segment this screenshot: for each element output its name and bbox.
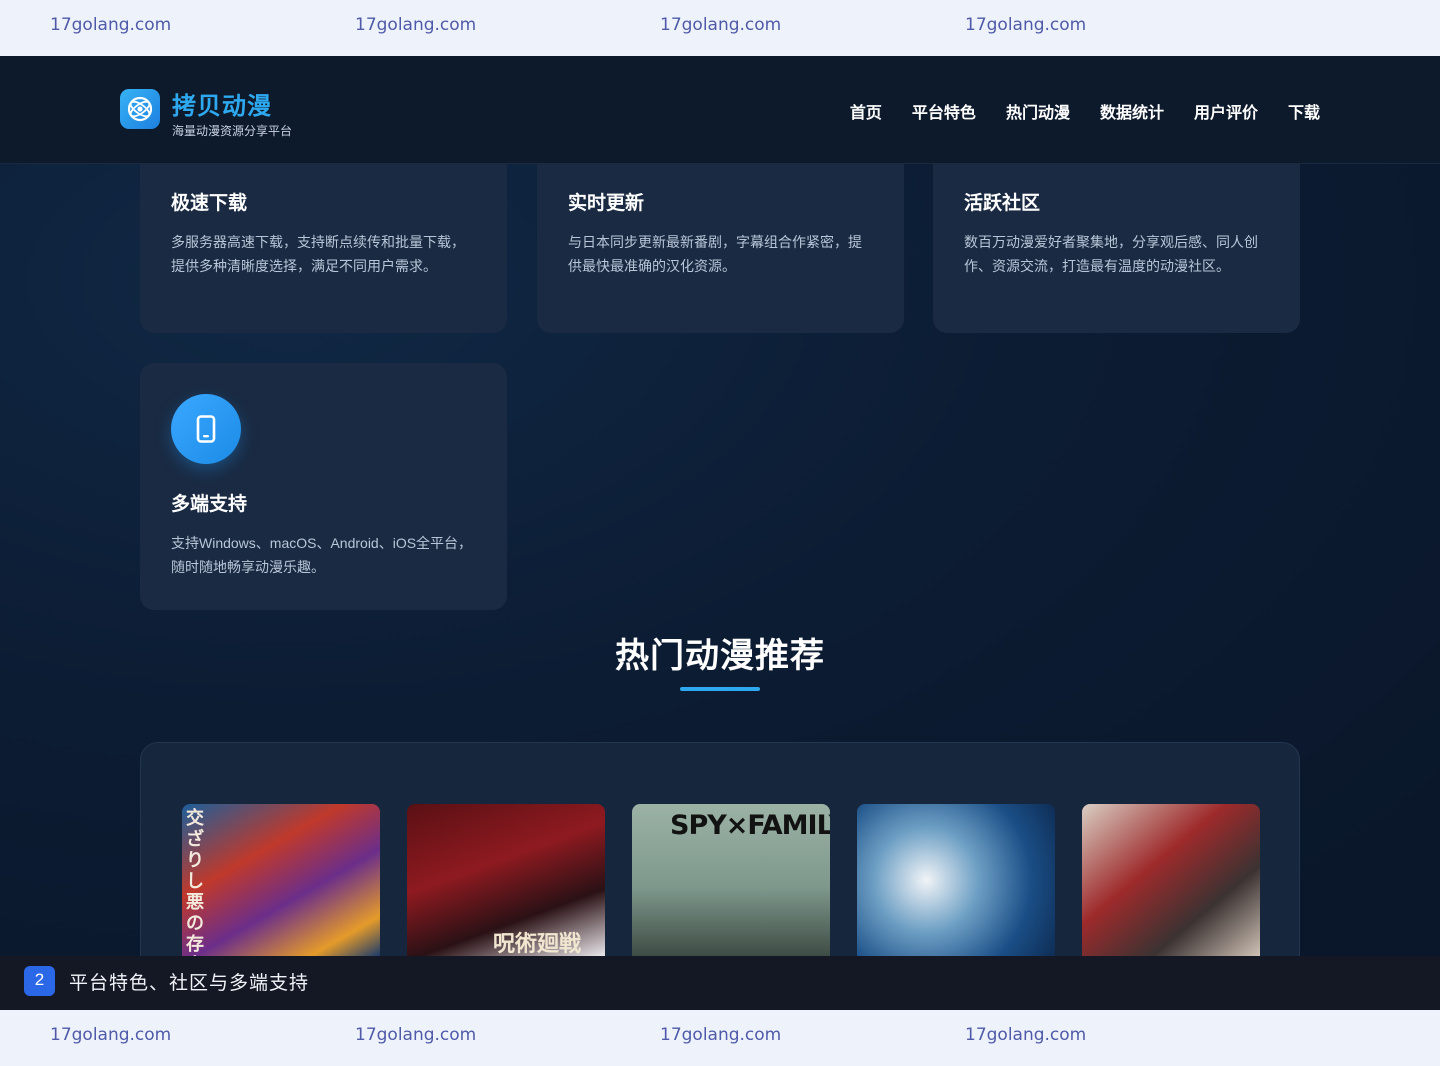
- brand-name[interactable]: 拷贝动漫: [172, 86, 272, 121]
- brand-tagline: 海量动漫资源分享平台: [172, 124, 293, 138]
- feature-description: 数百万动漫爱好者聚集地，分享观后感、同人创作、资源交流，打造最有温度的动漫社区。: [964, 234, 1258, 274]
- anime-carousel: 交ざりし悪の存意 呪術廻戦 SPY×FAMILY: [140, 742, 1300, 956]
- watermark-text: 17golang.com: [660, 15, 782, 35]
- feature-title: 活跃社区: [964, 193, 1041, 214]
- feature-card: 多端支持 支持Windows、macOS、Android、iOS全平台，随时随地…: [140, 363, 507, 610]
- nav-features[interactable]: 平台特色: [912, 99, 976, 123]
- anime-poster[interactable]: SPY×FAMILY: [632, 804, 830, 956]
- watermark-strip-bottom: 17golang.com 17golang.com 17golang.com 1…: [0, 1010, 1440, 1066]
- poster-title: 交ざりし悪の存意: [186, 808, 204, 956]
- watermark-text: 17golang.com: [660, 1025, 782, 1045]
- poster-title: 呪術廻戦: [493, 931, 582, 956]
- nav-download[interactable]: 下载: [1288, 99, 1320, 123]
- mobile-icon: [171, 394, 241, 464]
- nav-hot-anime[interactable]: 热门动漫: [1006, 99, 1070, 123]
- feature-title: 多端支持: [171, 494, 248, 515]
- section-underline: [680, 687, 760, 691]
- watermark-text: 17golang.com: [965, 1025, 1087, 1045]
- slide-number-badge: 2: [24, 966, 55, 996]
- page-main: 拷贝动漫 海量动漫资源分享平台 首页 平台特色 热门动漫 数据统计 用户评价 下…: [0, 56, 1440, 956]
- section-title: 热门动漫推荐: [615, 637, 825, 675]
- feature-description: 与日本同步更新最新番剧，字幕组合作紧密，提供最快最准确的汉化资源。: [568, 234, 862, 274]
- feature-description: 多服务器高速下载，支持断点续传和批量下载，提供多种清晰度选择，满足不同用户需求。: [171, 234, 465, 274]
- watermark-strip-top: 17golang.com 17golang.com 17golang.com 1…: [0, 0, 1440, 56]
- watermark-text: 17golang.com: [965, 15, 1087, 35]
- watermark-text: 17golang.com: [50, 15, 172, 35]
- watermark-text: 17golang.com: [355, 1025, 477, 1045]
- watermark-text: 17golang.com: [50, 1025, 172, 1045]
- anime-poster[interactable]: 交ざりし悪の存意: [182, 804, 380, 956]
- slide-caption: 平台特色、社区与多端支持: [69, 973, 310, 994]
- anime-poster[interactable]: 呪術廻戦: [407, 804, 605, 956]
- nav-reviews[interactable]: 用户评价: [1194, 99, 1258, 123]
- feature-title: 实时更新: [568, 193, 645, 214]
- anime-poster[interactable]: [857, 804, 1055, 956]
- poster-title: SPY×FAMILY: [670, 810, 830, 841]
- slide-caption-bar: 2 平台特色、社区与多端支持: [0, 956, 1440, 1010]
- nav-stats[interactable]: 数据统计: [1100, 99, 1164, 123]
- logo-icon[interactable]: [120, 89, 160, 129]
- nav-home[interactable]: 首页: [850, 99, 882, 123]
- anime-poster[interactable]: [1082, 804, 1260, 956]
- site-header: 拷贝动漫 海量动漫资源分享平台 首页 平台特色 热门动漫 数据统计 用户评价 下…: [0, 56, 1440, 164]
- watermark-text: 17golang.com: [355, 15, 477, 35]
- main-nav: 首页 平台特色 热门动漫 数据统计 用户评价 下载: [850, 99, 1320, 123]
- feature-description: 支持Windows、macOS、Android、iOS全平台，随时随地畅享动漫乐…: [171, 535, 473, 575]
- feature-title: 极速下载: [171, 193, 248, 214]
